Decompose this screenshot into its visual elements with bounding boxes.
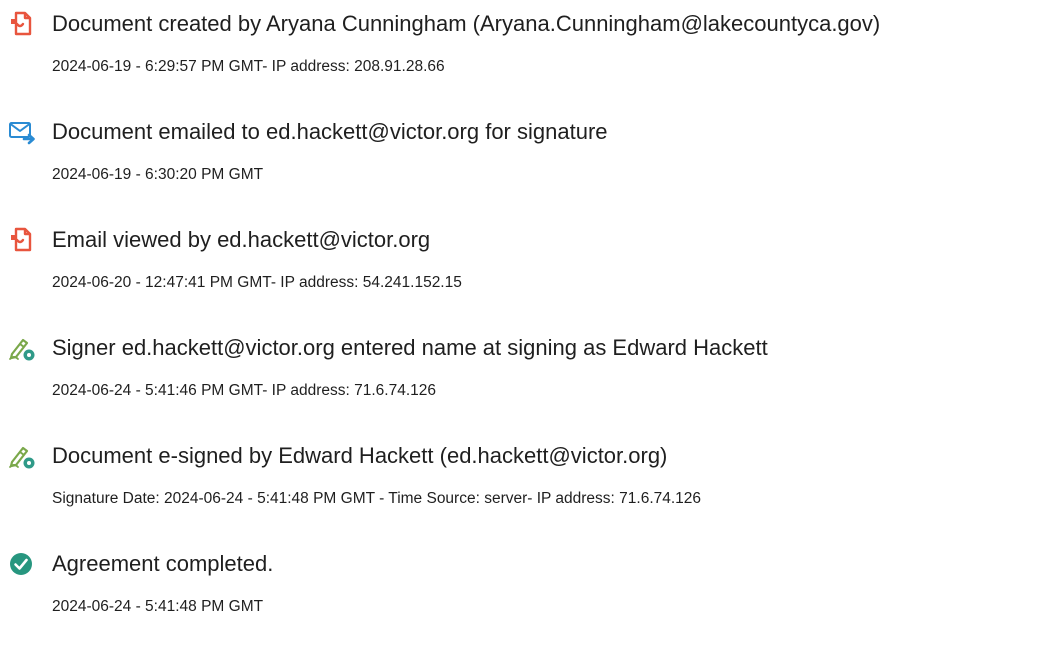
- audit-event-document-emailed: Document emailed to ed.hackett@victor.or…: [8, 108, 1053, 216]
- event-title: Signer ed.hackett@victor.org entered nam…: [52, 335, 768, 360]
- audit-event-document-created: Document created by Aryana Cunningham (A…: [8, 0, 1053, 108]
- audit-event-signer-entered-name: Signer ed.hackett@victor.org entered nam…: [8, 324, 1053, 432]
- event-timestamp: 2024-06-24 - 5:41:48 PM GMT: [52, 598, 264, 615]
- audit-event-agreement-completed: Agreement completed. 2024-06-24 - 5:41:4…: [8, 540, 1053, 648]
- event-timestamp: 2024-06-19 - 6:30:20 PM GMT: [52, 166, 264, 183]
- audit-event-email-viewed: Email viewed by ed.hackett@victor.org 20…: [8, 216, 1053, 324]
- event-timestamp: 2024-06-19 - 6:29:57 PM GMT- IP address:…: [52, 58, 445, 75]
- event-title: Email viewed by ed.hackett@victor.org: [52, 227, 431, 252]
- audit-event-document-e-signed: Document e-signed by Edward Hackett (ed.…: [8, 432, 1053, 540]
- email-sent-icon: [8, 118, 36, 146]
- event-title: Document e-signed by Edward Hackett (ed.…: [52, 443, 668, 468]
- event-title: Agreement completed.: [52, 551, 274, 576]
- signature-pen-icon: [8, 442, 36, 470]
- event-title: Document emailed to ed.hackett@victor.or…: [52, 119, 608, 144]
- document-icon: [8, 226, 36, 254]
- audit-event-list: Document created by Aryana Cunningham (A…: [8, 0, 1053, 648]
- event-timestamp: 2024-06-20 - 12:47:41 PM GMT- IP address…: [52, 274, 462, 291]
- check-circle-icon: [8, 550, 36, 578]
- event-timestamp: Signature Date: 2024-06-24 - 5:41:48 PM …: [52, 490, 702, 507]
- document-icon: [8, 10, 36, 38]
- event-timestamp: 2024-06-24 - 5:41:46 PM GMT- IP address:…: [52, 382, 436, 399]
- event-title: Document created by Aryana Cunningham (A…: [52, 11, 881, 36]
- signature-pen-icon: [8, 334, 36, 362]
